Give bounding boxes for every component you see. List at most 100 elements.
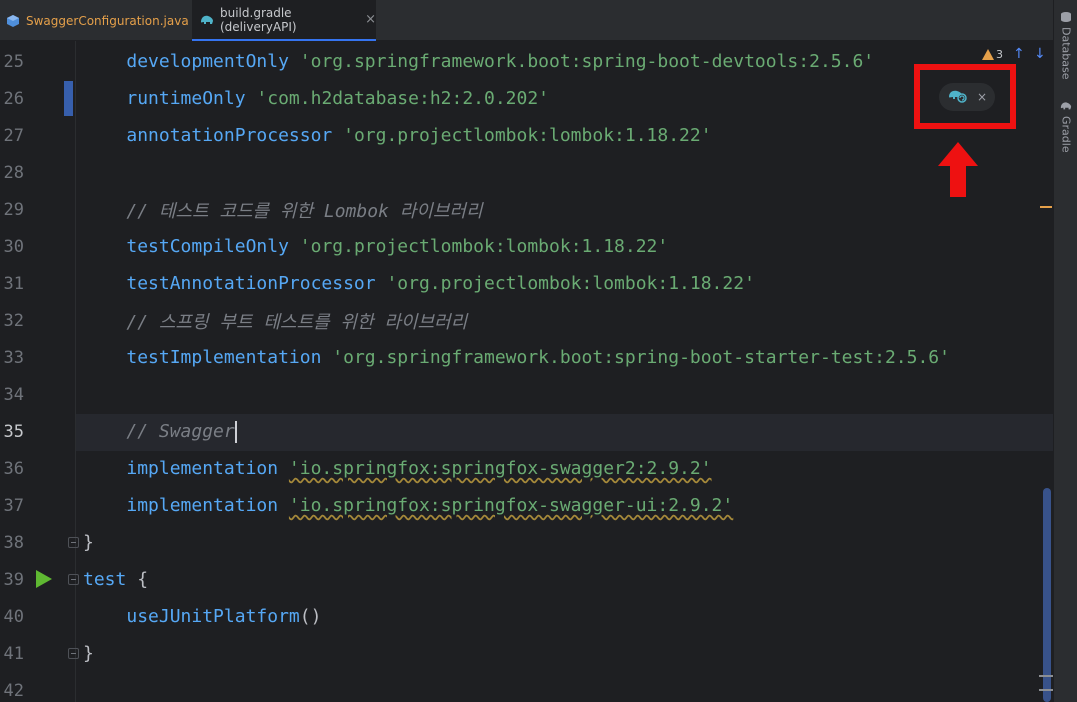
- toolwindow-label: Gradle: [1059, 116, 1073, 153]
- tab-label: SwaggerConfiguration.java: [26, 13, 189, 28]
- scrollbar-mark[interactable]: [1039, 675, 1053, 677]
- code-text: useJUnitPlatform(): [83, 606, 321, 627]
- tab-label: build.gradle (deliveryAPI): [220, 5, 297, 34]
- toolwindow-database[interactable]: Database: [1056, 8, 1076, 80]
- code-text: test {: [83, 569, 148, 590]
- annotation-highlight-box: [914, 64, 1016, 129]
- line-number: 26: [3, 88, 24, 109]
- code-line[interactable]: 33 testImplementation 'org.springframewo…: [0, 339, 1053, 376]
- gradle-elephant-icon: [1060, 97, 1072, 116]
- code-token: (): [299, 606, 322, 627]
- line-number: 34: [3, 384, 24, 405]
- line-number: 32: [3, 310, 24, 331]
- code-token: // 스프링 부트 테스트를 위한 라이브러리: [126, 311, 468, 333]
- code-line[interactable]: 41}: [0, 635, 1053, 672]
- code-line[interactable]: 26 runtimeOnly 'com.h2database:h2:2.0.20…: [0, 80, 1053, 117]
- text-cursor: [234, 420, 237, 443]
- code-editor[interactable]: 25 developmentOnly 'org.springframework.…: [0, 41, 1053, 702]
- scrollbar-warning-mark[interactable]: [1040, 206, 1052, 208]
- code-text: implementation 'io.springfox:springfox-s…: [83, 458, 712, 479]
- fold-marker[interactable]: [68, 648, 79, 659]
- line-number: 33: [3, 347, 24, 368]
- fold-marker[interactable]: [68, 537, 79, 548]
- code-text: implementation 'io.springfox:springfox-s…: [83, 495, 733, 516]
- vertical-scrollbar-thumb[interactable]: [1043, 488, 1051, 702]
- code-text: // Swagger: [83, 420, 237, 443]
- warning-icon: [982, 49, 994, 60]
- line-number: 37: [3, 495, 24, 516]
- code-line[interactable]: 31 testAnnotationProcessor 'org.projectl…: [0, 265, 1053, 302]
- line-number: 25: [3, 51, 24, 72]
- scrollbar-mark[interactable]: [1039, 689, 1053, 691]
- code-token: 'io.springfox:springfox-swagger2:2.9.2': [288, 458, 712, 479]
- code-token: implementation: [126, 458, 279, 479]
- code-text: // 스프링 부트 테스트를 위한 라이브러리: [83, 308, 467, 334]
- tab-build-gradle[interactable]: build.gradle (deliveryAPI) ×: [192, 0, 376, 41]
- line-number: 30: [3, 236, 24, 257]
- code-token: 'org.springframework.boot:spring-boot-de…: [299, 51, 875, 72]
- code-token: {: [126, 569, 149, 590]
- previous-highlight-arrow-icon[interactable]: ↑: [1013, 46, 1025, 62]
- fold-marker[interactable]: [68, 574, 79, 585]
- code-line[interactable]: 30 testCompileOnly 'org.projectlombok:lo…: [0, 228, 1053, 265]
- code-text: testCompileOnly 'org.projectlombok:lombo…: [83, 236, 668, 257]
- database-icon: [1060, 8, 1072, 27]
- code-token: // 테스트 코드를 위한 Lombok 라이브러리: [126, 200, 483, 222]
- editor-tab-bar: SwaggerConfiguration.java × build.gradle…: [0, 0, 1053, 41]
- code-line[interactable]: 27 annotationProcessor 'org.projectlombo…: [0, 117, 1053, 154]
- code-text: testImplementation 'org.springframework.…: [83, 347, 950, 368]
- close-icon[interactable]: ×: [365, 12, 376, 27]
- code-line[interactable]: 25 developmentOnly 'org.springframework.…: [0, 43, 1053, 80]
- code-token: annotationProcessor: [126, 125, 333, 146]
- code-line[interactable]: 32 // 스프링 부트 테스트를 위한 라이브러리: [0, 302, 1053, 339]
- next-highlight-arrow-icon[interactable]: ↓: [1034, 46, 1046, 62]
- code-line[interactable]: 40 useJUnitPlatform(): [0, 598, 1053, 635]
- tab-swagger-configuration[interactable]: SwaggerConfiguration.java ×: [0, 0, 208, 41]
- code-text: runtimeOnly 'com.h2database:h2:2.0.202': [83, 88, 549, 109]
- code-token: testCompileOnly: [126, 236, 289, 257]
- code-token: }: [83, 532, 94, 553]
- inspection-widget[interactable]: 3: [982, 48, 1003, 61]
- line-number: 39: [3, 569, 24, 590]
- code-token: testImplementation: [126, 347, 322, 368]
- code-text: testAnnotationProcessor 'org.projectlomb…: [83, 273, 755, 294]
- code-token: testAnnotationProcessor: [126, 273, 376, 294]
- code-line[interactable]: 37 implementation 'io.springfox:springfo…: [0, 487, 1053, 524]
- code-line[interactable]: 36 implementation 'io.springfox:springfo…: [0, 450, 1053, 487]
- code-line[interactable]: 35 // Swagger: [0, 413, 1053, 450]
- toolwindow-gradle[interactable]: Gradle: [1056, 97, 1076, 153]
- code-token: useJUnitPlatform: [126, 606, 300, 627]
- code-text: }: [83, 643, 94, 664]
- code-token: 'io.springfox:springfox-swagger-ui:2.9.2…: [288, 495, 734, 516]
- code-line[interactable]: 38}: [0, 524, 1053, 561]
- run-test-icon[interactable]: [36, 570, 52, 588]
- warning-count: 3: [996, 48, 1003, 61]
- code-line[interactable]: 29 // 테스트 코드를 위한 Lombok 라이브러리: [0, 191, 1053, 228]
- line-number: 27: [3, 125, 24, 146]
- java-class-icon: [6, 14, 20, 28]
- code-line[interactable]: 39 test {: [0, 561, 1053, 598]
- code-line[interactable]: 28: [0, 154, 1053, 191]
- line-number: 35: [3, 421, 24, 442]
- code-line[interactable]: 42: [0, 672, 1053, 702]
- code-token: // Swagger: [126, 420, 235, 442]
- line-number: 28: [3, 162, 24, 183]
- line-number: 31: [3, 273, 24, 294]
- code-line[interactable]: 34: [0, 376, 1053, 413]
